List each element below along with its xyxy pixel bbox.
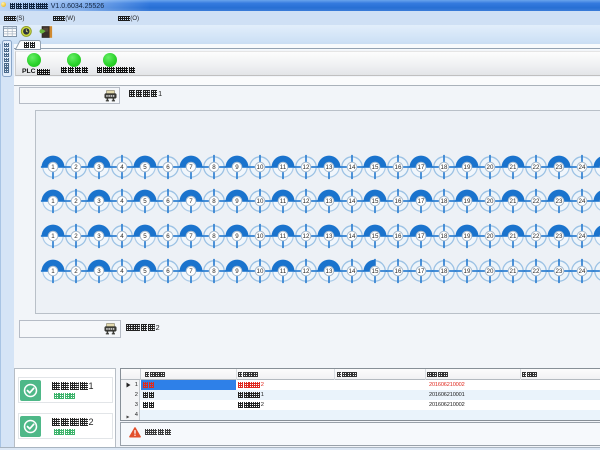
svg-text:7: 7	[189, 268, 193, 275]
svg-text:18: 18	[441, 233, 448, 240]
svg-text:8: 8	[212, 164, 216, 171]
svg-text:14: 14	[349, 233, 356, 240]
svg-text:20: 20	[487, 164, 494, 171]
svg-text:24: 24	[579, 198, 586, 205]
svg-text:21: 21	[510, 198, 517, 205]
svg-text:6: 6	[166, 198, 170, 205]
svg-text:17: 17	[418, 198, 425, 205]
svg-text:1: 1	[51, 268, 55, 275]
svg-text:10: 10	[257, 198, 264, 205]
svg-text:8: 8	[212, 268, 216, 275]
svg-text:5: 5	[143, 198, 147, 205]
svg-text:4: 4	[120, 233, 124, 240]
svg-text:10: 10	[257, 164, 264, 171]
svg-text:9: 9	[235, 164, 239, 171]
svg-text:1: 1	[51, 164, 55, 171]
svg-text:16: 16	[395, 164, 402, 171]
svg-text:19: 19	[464, 164, 471, 171]
svg-text:11: 11	[280, 233, 287, 240]
svg-text:1: 1	[51, 233, 55, 240]
svg-text:16: 16	[395, 268, 402, 275]
svg-text:23: 23	[556, 198, 563, 205]
svg-text:5: 5	[143, 164, 147, 171]
svg-text:10: 10	[257, 233, 264, 240]
svg-text:15: 15	[372, 198, 379, 205]
svg-text:1: 1	[51, 198, 55, 205]
svg-text:22: 22	[533, 164, 540, 171]
svg-text:10: 10	[257, 268, 264, 275]
svg-text:23: 23	[556, 268, 563, 275]
svg-text:11: 11	[280, 198, 287, 205]
svg-text:17: 17	[418, 233, 425, 240]
svg-text:4: 4	[120, 198, 124, 205]
svg-text:12: 12	[303, 164, 310, 171]
svg-text:22: 22	[533, 268, 540, 275]
svg-text:3: 3	[97, 198, 101, 205]
svg-text:7: 7	[189, 198, 193, 205]
svg-text:24: 24	[579, 164, 586, 171]
svg-text:18: 18	[441, 164, 448, 171]
svg-text:2: 2	[74, 233, 78, 240]
svg-text:16: 16	[395, 198, 402, 205]
svg-text:4: 4	[120, 164, 124, 171]
svg-text:15: 15	[372, 268, 379, 275]
svg-text:6: 6	[166, 164, 170, 171]
svg-text:21: 21	[510, 164, 517, 171]
svg-text:22: 22	[533, 198, 540, 205]
svg-text:19: 19	[464, 233, 471, 240]
svg-text:11: 11	[280, 268, 287, 275]
svg-text:9: 9	[235, 233, 239, 240]
svg-text:24: 24	[579, 233, 586, 240]
svg-text:2: 2	[74, 198, 78, 205]
svg-text:18: 18	[441, 198, 448, 205]
svg-text:17: 17	[418, 164, 425, 171]
svg-text:14: 14	[349, 198, 356, 205]
svg-text:2: 2	[74, 268, 78, 275]
svg-text:20: 20	[487, 268, 494, 275]
svg-text:12: 12	[303, 268, 310, 275]
svg-text:16: 16	[395, 233, 402, 240]
svg-text:3: 3	[97, 268, 101, 275]
svg-text:6: 6	[166, 268, 170, 275]
svg-text:23: 23	[556, 164, 563, 171]
svg-text:5: 5	[143, 268, 147, 275]
svg-text:15: 15	[372, 164, 379, 171]
svg-text:18: 18	[441, 268, 448, 275]
svg-text:13: 13	[326, 233, 333, 240]
svg-text:12: 12	[303, 233, 310, 240]
svg-text:3: 3	[97, 164, 101, 171]
svg-text:5: 5	[143, 233, 147, 240]
svg-text:9: 9	[235, 268, 239, 275]
svg-text:20: 20	[487, 198, 494, 205]
svg-text:21: 21	[510, 233, 517, 240]
svg-text:17: 17	[418, 268, 425, 275]
svg-text:19: 19	[464, 268, 471, 275]
svg-text:24: 24	[579, 268, 586, 275]
svg-text:9: 9	[235, 198, 239, 205]
svg-text:22: 22	[533, 233, 540, 240]
svg-text:13: 13	[326, 198, 333, 205]
svg-text:14: 14	[349, 164, 356, 171]
svg-text:2: 2	[74, 164, 78, 171]
svg-text:8: 8	[212, 233, 216, 240]
svg-text:19: 19	[464, 198, 471, 205]
svg-text:23: 23	[556, 233, 563, 240]
svg-text:21: 21	[510, 268, 517, 275]
svg-text:14: 14	[349, 268, 356, 275]
svg-text:12: 12	[303, 198, 310, 205]
svg-text:3: 3	[97, 233, 101, 240]
svg-text:4: 4	[120, 268, 124, 275]
svg-text:20: 20	[487, 233, 494, 240]
svg-text:6: 6	[166, 233, 170, 240]
svg-text:7: 7	[189, 233, 193, 240]
svg-text:11: 11	[280, 164, 287, 171]
svg-text:15: 15	[372, 233, 379, 240]
svg-text:8: 8	[212, 198, 216, 205]
svg-text:7: 7	[189, 164, 193, 171]
svg-text:13: 13	[326, 164, 333, 171]
svg-text:13: 13	[326, 268, 333, 275]
